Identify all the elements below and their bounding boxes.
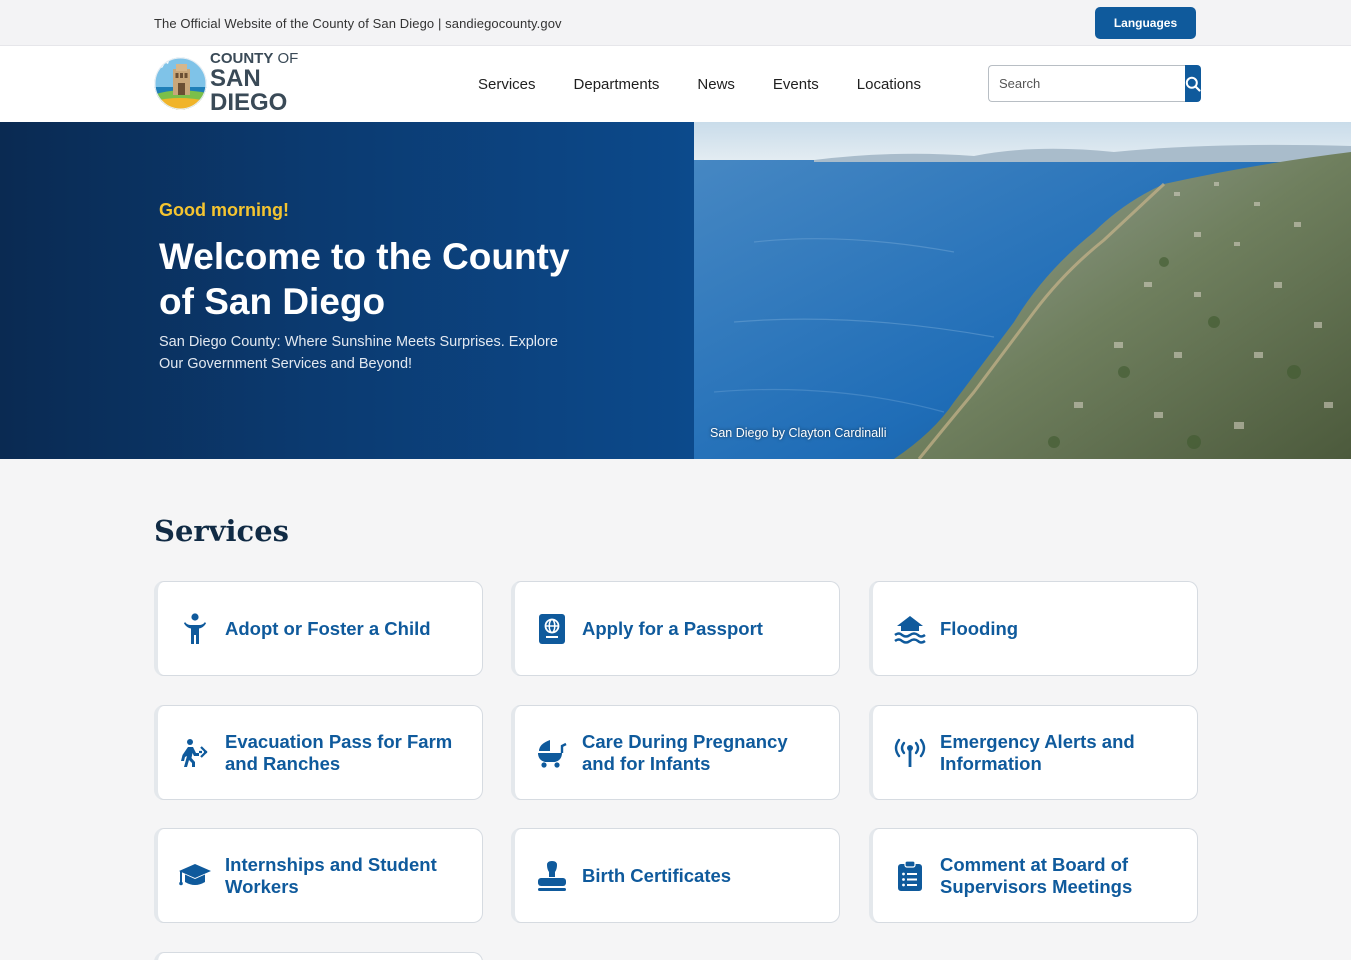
photo-credit: San Diego by Clayton Cardinalli (710, 426, 887, 440)
service-card-label: Apply for a Passport (582, 617, 763, 639)
service-card-label: Comment at Board of Supervisors Meetings (940, 853, 1133, 897)
county-seal-icon (154, 57, 207, 109)
logo-text-san-diego: SAN DIEGO (210, 65, 288, 116)
service-card-emergency-alerts[interactable]: Emergency Alerts and Information (869, 705, 1198, 800)
main-nav: Services Departments News Events Locatio… (459, 46, 940, 122)
service-card-label: Internships and Student Workers (225, 853, 437, 897)
county-logo[interactable]: COUNTY OF SAN DIEGO (154, 51, 336, 115)
search-icon (1185, 76, 1201, 92)
service-card-pregnancy-infants[interactable]: Care During Pregnancy and for Infants (511, 705, 840, 800)
service-card-partial[interactable] (154, 952, 483, 960)
search-input[interactable] (988, 65, 1185, 102)
baby-carriage-icon (534, 735, 570, 771)
stamp-icon (534, 858, 570, 894)
passport-icon (534, 611, 570, 647)
service-card-label: Adopt or Foster a Child (225, 617, 431, 639)
service-card-label: Birth Certificates (582, 864, 732, 886)
hero-subtitle: San Diego County: Where Sunshine Meets S… (159, 334, 558, 372)
logo-text-county: COUNTY OF (210, 50, 299, 67)
service-card-label: Care During Pregnancy and for Infants (582, 730, 788, 774)
service-card-evacuation-pass[interactable]: Evacuation Pass for Farm and Ranches (154, 705, 483, 800)
service-card-adopt-foster[interactable]: Adopt or Foster a Child (154, 581, 483, 676)
coastline-image (694, 122, 1351, 459)
site-header: COUNTY OF SAN DIEGO Services Departments… (0, 46, 1351, 122)
service-card-birth-certificates[interactable]: Birth Certificates (511, 828, 840, 923)
official-website-text: The Official Website of the County of Sa… (154, 15, 562, 31)
broadcast-tower-icon (892, 735, 928, 771)
service-card-internships[interactable]: Internships and Student Workers (154, 828, 483, 923)
service-card-board-comment[interactable]: Comment at Board of Supervisors Meetings (869, 828, 1198, 923)
languages-button[interactable]: Languages (1095, 7, 1196, 39)
service-card-label: Flooding (940, 617, 1019, 639)
nav-departments[interactable]: Departments (555, 76, 679, 93)
nav-services[interactable]: Services (459, 76, 555, 93)
child-icon (177, 611, 213, 647)
hero-photo: San Diego by Clayton Cardinalli (694, 122, 1351, 459)
service-card-passport[interactable]: Apply for a Passport (511, 581, 840, 676)
service-card-label: Evacuation Pass for Farm and Ranches (225, 730, 453, 774)
hero-text-panel: Good morning! Welcome to the County of S… (0, 122, 694, 459)
utility-bar: The Official Website of the County of Sa… (0, 0, 1351, 46)
hero-greeting: Good morning! (159, 200, 289, 220)
services-heading: Services (154, 514, 289, 548)
graduation-cap-icon (177, 858, 213, 894)
hero-banner: Good morning! Welcome to the County of S… (0, 122, 1351, 459)
clipboard-list-icon (892, 858, 928, 894)
evacuation-icon (177, 735, 213, 771)
service-card-label: Emergency Alerts and Information (940, 730, 1135, 774)
nav-locations[interactable]: Locations (838, 76, 940, 93)
nav-events[interactable]: Events (754, 76, 838, 93)
hero-title: Welcome to the County of San Diego (159, 236, 570, 322)
search-box (988, 65, 1201, 102)
search-button[interactable] (1185, 65, 1201, 102)
flood-icon (892, 611, 928, 647)
nav-news[interactable]: News (678, 76, 754, 93)
service-card-flooding[interactable]: Flooding (869, 581, 1198, 676)
